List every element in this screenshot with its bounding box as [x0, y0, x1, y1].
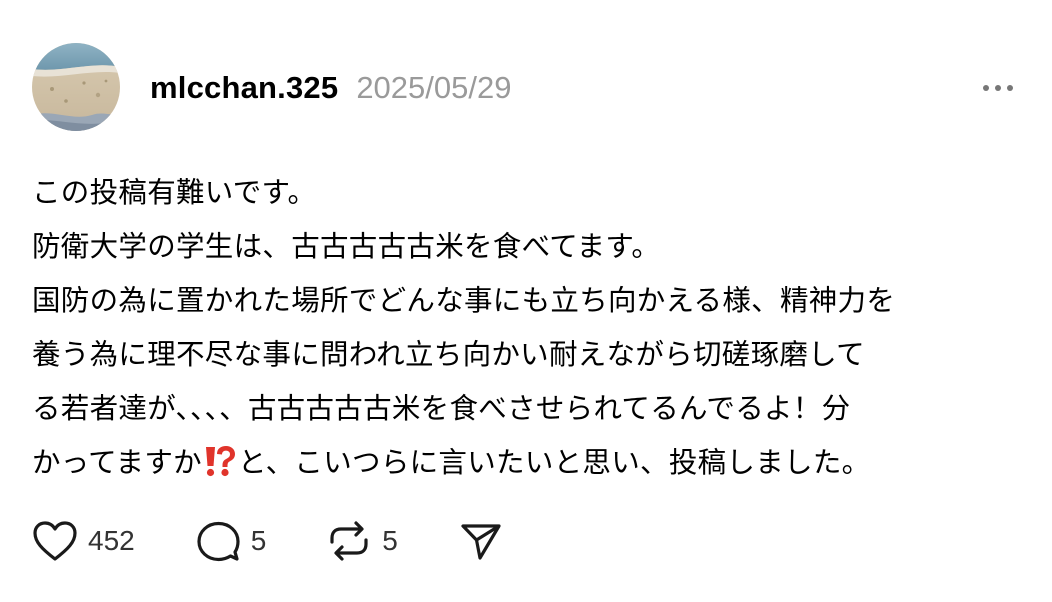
post-header: mlcchan.325 2025/05/29: [150, 70, 511, 110]
body-line-last: かってますか と、こいつらに言いたいと思い、投稿しました。: [32, 436, 1032, 490]
like-button[interactable]: 452: [32, 520, 135, 562]
timestamp[interactable]: 2025/05/29: [356, 70, 511, 106]
body-line: る若者達が、、、、古古古古古米を食べさせられてるんでるよ！分: [32, 392, 851, 425]
avatar[interactable]: [32, 43, 120, 131]
repost-button[interactable]: 5: [326, 520, 398, 562]
repost-count: 5: [382, 525, 398, 556]
heart-icon: [33, 521, 77, 561]
reply-button[interactable]: 5: [195, 520, 267, 562]
more-dots-icon[interactable]: [978, 76, 1018, 100]
body-line: 国防の為に置かれた場所でどんな事にも立ち向かえる様、精神力を: [32, 284, 896, 317]
comment-bubble-icon: [197, 521, 240, 562]
body-line: 防衛大学の学生は、古古古古古米を食べてます。: [32, 230, 661, 263]
body-line: この投稿有難いです。: [32, 176, 317, 209]
reply-count: 5: [250, 525, 267, 556]
body-line-fragment: かってますか: [32, 446, 202, 479]
body-line: 養う為に理不尽な事に問われ立ち向かい耐えながら切磋琢磨して: [32, 338, 865, 371]
share-button[interactable]: [458, 520, 504, 562]
body-line-fragment: と、こいつらに言いたいと思い、投稿しました。: [237, 446, 871, 479]
like-count: 452: [88, 525, 135, 556]
post-body: この投稿有難いです。 防衛大学の学生は、古古古古古米を食べてます。 国防の為に置…: [32, 166, 1032, 490]
exclamation-question-icon: [203, 442, 237, 496]
send-icon: [461, 524, 501, 560]
repost-icon: [330, 521, 368, 561]
beach-photo-avatar: [32, 43, 120, 131]
action-bar: 452 5 5: [32, 518, 564, 564]
post-card: mlcchan.325 2025/05/29 この投稿有難いです。 防衛大学の学…: [0, 0, 1052, 602]
username[interactable]: mlcchan.325: [150, 70, 338, 106]
